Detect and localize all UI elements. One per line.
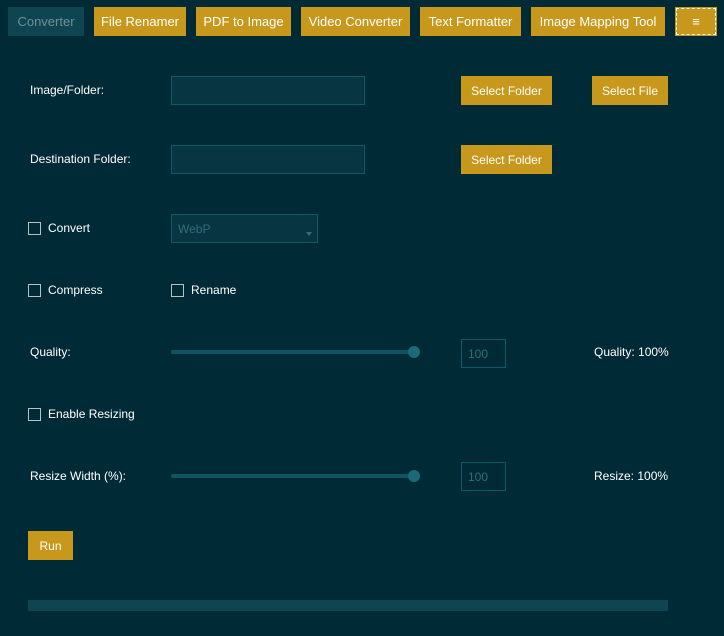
quality-label: Quality:	[30, 345, 71, 359]
resize-width-label: Resize Width (%):	[30, 469, 127, 483]
resize-slider-handle[interactable]	[408, 470, 420, 482]
quality-spinbox[interactable]: 100	[461, 339, 506, 368]
image-folder-label: Image/Folder:	[30, 83, 105, 97]
enable-resizing-label[interactable]: Enable Resizing	[48, 407, 135, 421]
rename-checkbox[interactable]	[171, 284, 184, 297]
resize-slider-fill	[171, 474, 414, 478]
convert-checkbox[interactable]	[28, 222, 41, 235]
menu-icon[interactable]: ≡	[675, 7, 717, 36]
destination-select-folder-button[interactable]: Select Folder	[461, 145, 552, 174]
enable-resizing-checkbox[interactable]	[28, 408, 41, 421]
resize-slider[interactable]	[171, 470, 420, 482]
run-button[interactable]: Run	[28, 531, 73, 560]
rename-label[interactable]: Rename	[191, 283, 236, 297]
nav-text-formatter-button[interactable]: Text Formatter	[420, 7, 521, 36]
nav-image-mapping-tool-button[interactable]: Image Mapping Tool	[531, 7, 665, 36]
format-select[interactable]: WebP	[171, 214, 318, 243]
progress-bar	[28, 600, 668, 611]
quality-slider[interactable]	[171, 346, 420, 358]
nav-video-converter-button[interactable]: Video Converter	[301, 7, 410, 36]
nav-file-renamer-button[interactable]: File Renamer	[94, 7, 186, 36]
quality-status: Quality: 100%	[594, 345, 669, 359]
nav-converter-button[interactable]: Converter	[8, 7, 84, 36]
compress-checkbox[interactable]	[28, 284, 41, 297]
quality-slider-fill	[171, 350, 414, 354]
convert-label[interactable]: Convert	[48, 221, 90, 235]
select-folder-button[interactable]: Select Folder	[461, 76, 552, 105]
format-select-value: WebP	[178, 221, 211, 236]
resize-spinbox[interactable]: 100	[461, 462, 506, 491]
nav-pdf-to-image-button[interactable]: PDF to Image	[196, 7, 291, 36]
destination-folder-label: Destination Folder:	[30, 152, 131, 166]
quality-slider-handle[interactable]	[408, 346, 420, 358]
resize-status: Resize: 100%	[594, 469, 669, 483]
select-file-button[interactable]: Select File	[592, 76, 668, 105]
chevron-down-icon	[306, 232, 312, 236]
compress-label[interactable]: Compress	[48, 283, 103, 297]
image-folder-input[interactable]	[171, 76, 365, 105]
destination-folder-input[interactable]	[171, 145, 365, 174]
